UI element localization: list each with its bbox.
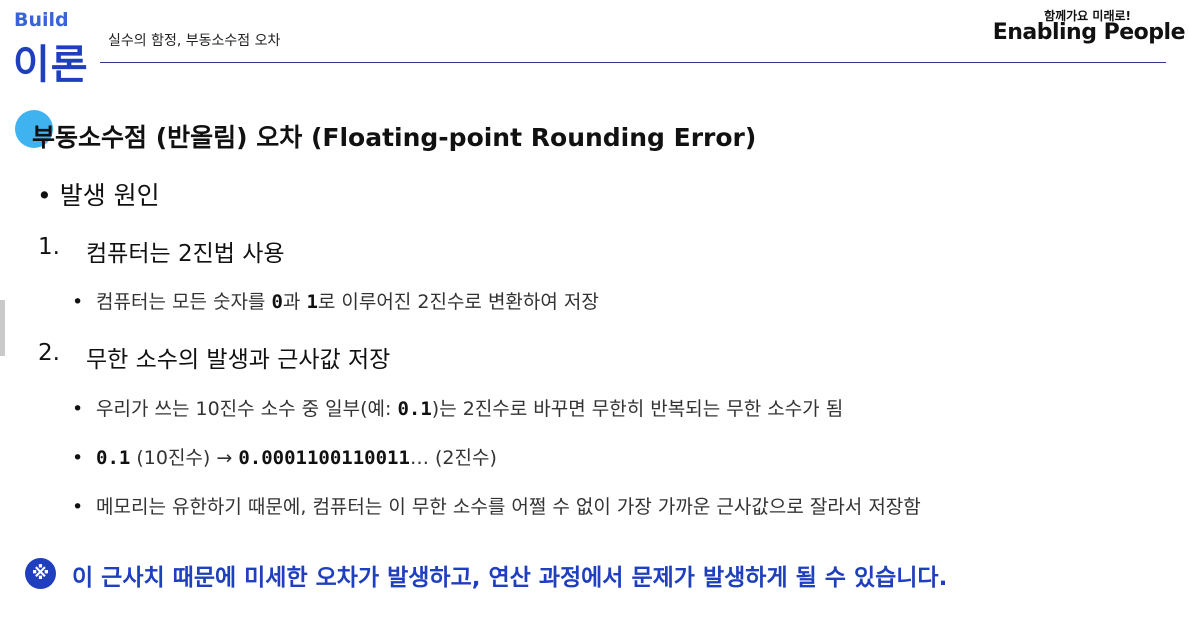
sub-bullet: • 우리가 쓰는 10진수 소수 중 일부(예: 0.1)는 2진수로 바꾸면 무… xyxy=(72,398,844,420)
item-label: 무한 소수의 발생과 근사값 저장 xyxy=(86,347,391,373)
section-label-ko: 이론 xyxy=(13,42,89,88)
sub-text: 우리가 쓰는 10진수 소수 중 일부(예: xyxy=(96,398,398,420)
logo-wordmark: Enabling People xyxy=(992,20,1186,45)
code-text: 0.0001100110011 xyxy=(238,447,410,469)
slide-title: 부동소수점 (반올림) 오차 (Floating-point Rounding … xyxy=(32,123,757,152)
code-text: 1 xyxy=(306,291,318,313)
code-text: 0.1 xyxy=(96,447,131,469)
code-text: 0.1 xyxy=(397,398,432,420)
slide-subtitle: 실수의 함정, 부동소수점 오차 xyxy=(108,33,281,49)
sub-text: 로 이루어진 2진수로 변환하여 저장 xyxy=(317,291,599,313)
item-number: 1. xyxy=(38,234,60,260)
sub-text: )는 2진수로 바꾸면 무한히 반복되는 무한 소수가 됨 xyxy=(431,398,844,420)
sub-bullet: • 0.1 (10진수) → 0.0001100110011… (2진수) xyxy=(72,447,497,469)
section-label-en: Build xyxy=(14,9,69,31)
sub-bullet: • 메모리는 유한하기 때문에, 컴퓨터는 이 무한 소수를 어쩔 수 없이 가장… xyxy=(72,496,921,518)
sub-text: 과 xyxy=(282,291,307,313)
header-divider xyxy=(100,62,1166,63)
code-text: 0 xyxy=(271,291,283,313)
sub-text: … (2진수) xyxy=(409,447,497,469)
sub-text: (10진수) → xyxy=(130,447,239,469)
sub-bullet: • 컴퓨터는 모든 숫자를 0과 1로 이루어진 2진수로 변환하여 저장 xyxy=(72,291,599,313)
sub-text: 메모리는 유한하기 때문에, 컴퓨터는 이 무한 소수를 어쩔 수 없이 가장 … xyxy=(96,496,921,518)
item-number: 2. xyxy=(38,340,60,366)
bullet-heading-text: 발생 원인 xyxy=(59,181,160,210)
item-label: 컴퓨터는 2진법 사용 xyxy=(86,241,285,267)
sub-text: 컴퓨터는 모든 숫자를 xyxy=(96,291,272,313)
left-edge-marker xyxy=(0,300,5,356)
summary-note: 이 근사치 때문에 미세한 오차가 발생하고, 연산 과정에서 문제가 발생하게… xyxy=(72,565,948,591)
bullet-heading: • 발생 원인 xyxy=(37,181,160,210)
reference-mark-icon: ※ xyxy=(25,558,56,589)
